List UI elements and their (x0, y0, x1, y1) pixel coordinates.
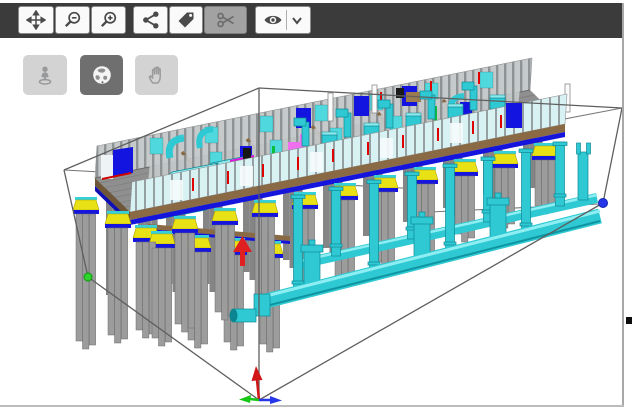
scissors-icon (216, 10, 236, 30)
axis-up-arrow (252, 366, 263, 381)
axis-right-arrow (270, 396, 282, 404)
axis-gizmo (239, 366, 282, 404)
eye-icon (263, 10, 283, 30)
viewer-window (0, 0, 633, 414)
resize-handle-dot[interactable] (626, 317, 632, 324)
move-icon (26, 10, 46, 30)
left-white-panel (101, 155, 113, 179)
toolbar-button-cut[interactable] (204, 6, 247, 34)
button-divider (286, 10, 287, 30)
tag-icon (176, 10, 196, 30)
main-toolbar (0, 3, 624, 38)
viewer-bottom-border (0, 405, 624, 407)
axis-left-arrow (239, 395, 251, 403)
chevron-down-icon[interactable] (290, 13, 304, 27)
toolbar-button-visibility[interactable] (255, 6, 311, 34)
toolbar-button-zoom-in[interactable] (91, 6, 126, 34)
grip-point-blue[interactable] (599, 199, 608, 208)
grip-point-green[interactable] (84, 273, 92, 281)
zoom-out-icon (63, 10, 83, 30)
toolbar-button-move[interactable] (18, 6, 54, 34)
viewer-right-border (622, 3, 624, 406)
left-blue-panel (113, 147, 133, 176)
toolbar-button-zoom-out[interactable] (55, 6, 90, 34)
zoom-in-icon (99, 10, 119, 30)
viewer-canvas[interactable] (0, 38, 624, 406)
toolbar-button-share[interactable] (133, 6, 168, 34)
share-icon (141, 10, 161, 30)
toolbar-button-tag[interactable] (169, 6, 203, 34)
right-blue-panel (506, 103, 522, 128)
